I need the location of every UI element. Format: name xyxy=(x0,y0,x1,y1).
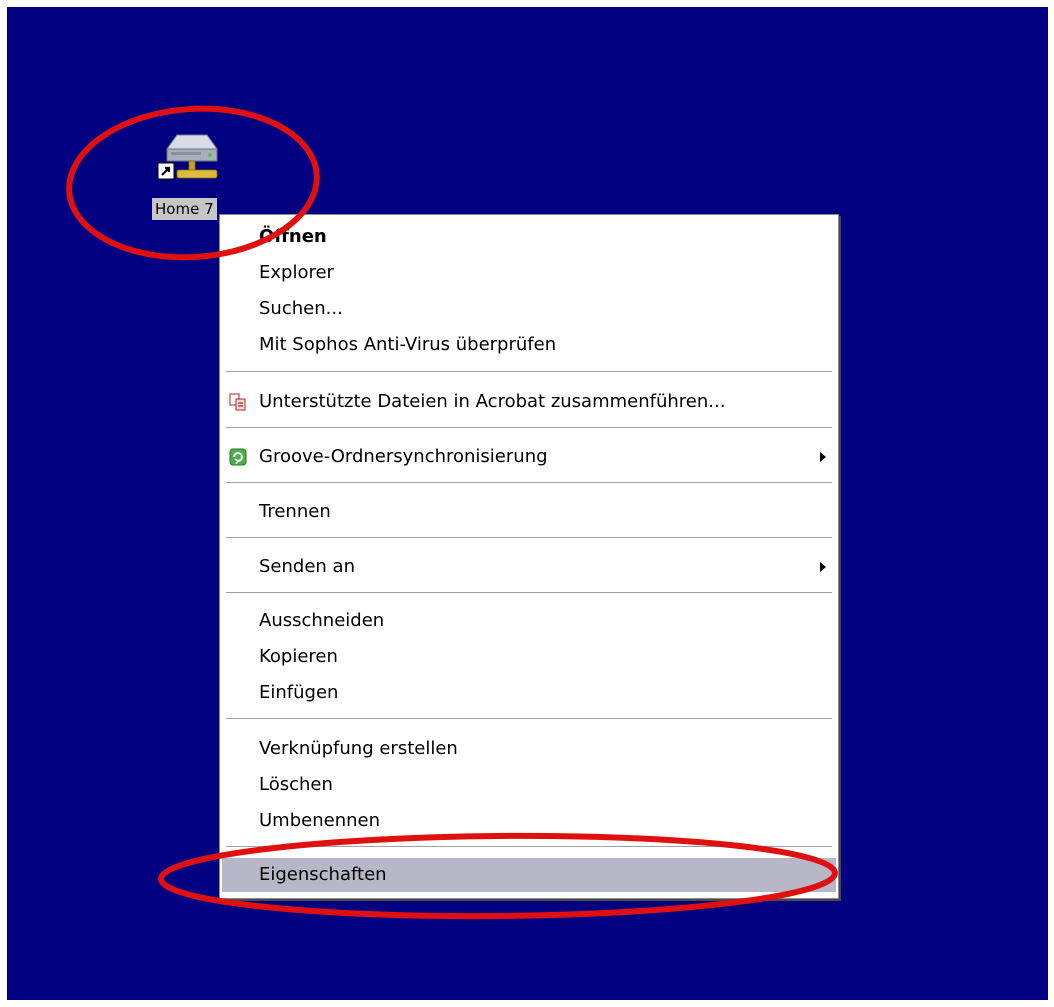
menu-item-disconnect[interactable]: Trennen xyxy=(222,495,836,529)
menu-separator xyxy=(226,427,832,429)
menu-item-properties[interactable]: Eigenschaften xyxy=(222,858,836,892)
desktop-icon[interactable]: Home 7 xyxy=(152,127,242,227)
menu-item-label: Trennen xyxy=(259,501,331,522)
menu-item-paste[interactable]: Einfügen xyxy=(222,676,836,710)
menu-separator xyxy=(226,371,832,373)
network-drive-icon xyxy=(157,134,218,180)
menu-item-search[interactable]: Suchen... xyxy=(222,292,836,326)
menu-item-sophos-scan[interactable]: Mit Sophos Anti-Virus überprüfen xyxy=(222,328,836,362)
menu-separator xyxy=(226,846,832,848)
menu-item-label: Explorer xyxy=(259,262,334,283)
menu-item-create-shortcut[interactable]: Verknüpfung erstellen xyxy=(222,732,836,766)
groove-sync-icon xyxy=(229,448,247,466)
menu-item-label: Umbenennen xyxy=(259,810,380,831)
menu-item-send-to[interactable]: Senden an xyxy=(222,550,836,584)
context-menu: Öffnen Explorer Suchen... Mit Sophos Ant… xyxy=(219,214,839,899)
desktop: Home 7 Öffnen Explorer Suchen... Mit Sop… xyxy=(7,7,1048,1000)
menu-item-label: Kopieren xyxy=(259,646,338,667)
menu-separator xyxy=(226,482,832,484)
acrobat-combine-icon xyxy=(229,393,246,411)
menu-item-label: Löschen xyxy=(259,774,333,795)
menu-item-label: Unterstützte Dateien in Acrobat zusammen… xyxy=(259,391,726,412)
menu-item-label: Mit Sophos Anti-Virus überprüfen xyxy=(259,334,557,355)
menu-item-rename[interactable]: Umbenennen xyxy=(222,804,836,838)
menu-item-label: Groove-Ordnersynchronisierung xyxy=(259,446,548,467)
menu-item-label: Suchen... xyxy=(259,298,343,319)
menu-item-explorer[interactable]: Explorer xyxy=(222,256,836,290)
menu-item-delete[interactable]: Löschen xyxy=(222,768,836,802)
menu-item-label: Senden an xyxy=(259,556,355,577)
menu-item-copy[interactable]: Kopieren xyxy=(222,640,836,674)
desktop-icon-label: Home 7 xyxy=(152,198,217,220)
menu-item-acrobat-combine[interactable]: Unterstützte Dateien in Acrobat zusammen… xyxy=(222,385,836,419)
menu-item-cut[interactable]: Ausschneiden xyxy=(222,604,836,638)
menu-separator xyxy=(226,718,832,720)
menu-item-label: Ausschneiden xyxy=(259,610,385,631)
menu-item-open[interactable]: Öffnen xyxy=(222,220,836,254)
submenu-arrow-icon xyxy=(820,562,826,572)
menu-separator xyxy=(226,592,832,594)
menu-item-label: Einfügen xyxy=(259,682,339,703)
menu-item-label: Verknüpfung erstellen xyxy=(259,738,458,759)
menu-item-groove-sync[interactable]: Groove-Ordnersynchronisierung xyxy=(222,440,836,474)
menu-item-label: Eigenschaften xyxy=(259,864,387,885)
menu-item-label: Öffnen xyxy=(259,226,327,247)
submenu-arrow-icon xyxy=(820,452,826,462)
menu-separator xyxy=(226,537,832,539)
